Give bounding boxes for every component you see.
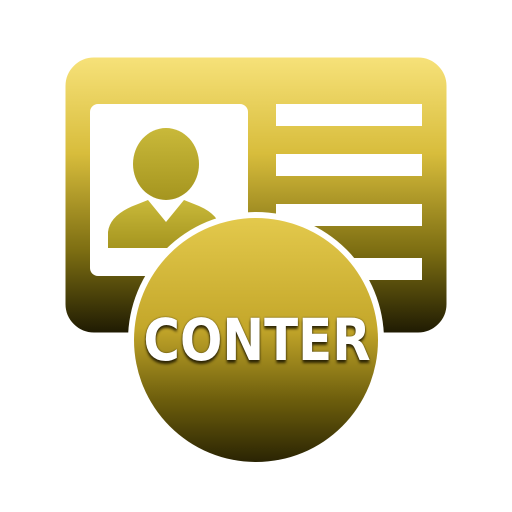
info-line	[276, 104, 422, 126]
id-card-icon	[62, 54, 450, 468]
badge-label: CONTER	[143, 306, 371, 374]
app-icon[interactable]: CONTER	[0, 0, 512, 512]
info-line	[276, 154, 422, 176]
